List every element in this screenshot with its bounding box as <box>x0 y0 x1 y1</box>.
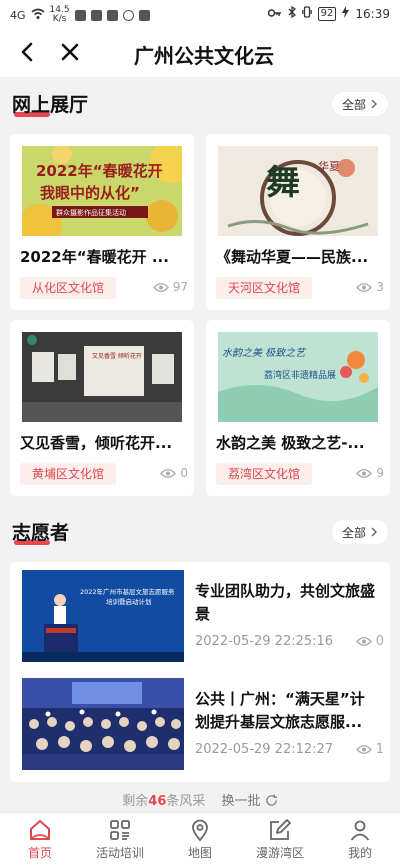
exhibitions-all-button[interactable]: 全部 <box>332 92 388 116</box>
refresh-icon <box>265 794 277 806</box>
status-bar: 4G 14.5 K/s 92 16:39 <box>0 0 400 28</box>
eye-icon <box>356 282 373 292</box>
refresh-button[interactable]: 换一批 <box>222 794 278 809</box>
venue-tag: 荔湾区文化馆 <box>216 463 313 485</box>
chevron-right-icon <box>371 527 377 537</box>
volunteers-all-button[interactable]: 全部 <box>332 520 388 544</box>
tab-activities[interactable]: 活动培训 <box>80 813 160 866</box>
network-speed: 14.5 K/s <box>49 5 70 24</box>
eye-icon <box>152 282 169 292</box>
notification-icon <box>74 9 86 21</box>
list-item[interactable]: 公共丨广州：“满天星”计划提升基层文旅志愿服... 2022-05-29 22:… <box>10 674 390 774</box>
page-title: 广州公共文化云 <box>134 44 274 68</box>
svg-text:我眼中的从化”: 我眼中的从化” <box>40 184 140 202</box>
battery-indicator: 92 <box>317 6 337 21</box>
list-item[interactable]: 2022年广州市基层文旅志愿服务 培训暨启动计划 专业团队助力，共创文旅盛景 2… <box>10 566 390 666</box>
volunteer-list: 2022年广州市基层文旅志愿服务 培训暨启动计划 专业团队助力，共创文旅盛景 2… <box>10 562 390 782</box>
circle-icon <box>122 9 134 21</box>
charging-icon <box>342 6 350 21</box>
all-label: 全部 <box>341 525 366 540</box>
view-count: 0 <box>355 634 384 649</box>
exhibition-title: 又见香雪，倾听花开... <box>20 434 173 452</box>
tab-map[interactable]: 地图 <box>160 813 240 866</box>
remaining-suffix: 条风采 <box>166 794 206 809</box>
chevron-right-icon <box>371 99 377 109</box>
volunteers-section-header: 志愿者 全部 <box>0 512 400 552</box>
exhibition-poster: 水韵之美 极致之艺 荔湾区非遗精品展 <box>218 332 378 422</box>
venue-tag: 黄埔区文化馆 <box>20 463 117 485</box>
view-count: 97 <box>152 280 188 294</box>
exhibitions-section-header: 网上展厅 全部 <box>0 84 400 124</box>
eye-icon <box>355 637 372 646</box>
remaining-count: 46 <box>148 794 167 809</box>
exhibition-title: 《舞动华夏——民族... <box>216 248 369 266</box>
tab-home[interactable]: 首页 <box>0 813 80 866</box>
view-count: 3 <box>356 280 384 294</box>
navigation-bar: 广州公共文化云 <box>0 28 400 78</box>
notification-icon <box>106 9 118 21</box>
exhibition-card[interactable]: 又见香雪 倾听花开 又见香雪，倾听花开... 黄埔区文化馆 0 <box>10 320 194 496</box>
signal-indicator: 4G <box>10 8 26 22</box>
view-count: 0 <box>160 466 188 480</box>
section-title: 网上展厅 <box>12 94 89 116</box>
tab-label: 漫游湾区 <box>255 846 304 860</box>
section-title: 志愿者 <box>12 522 70 544</box>
exhibition-card[interactable]: 舞 华夏 《舞动华夏——民族... 天河区文化馆 3 <box>206 134 390 310</box>
grid-icon <box>110 820 130 840</box>
exhibition-title: 水韵之美 极致之艺-... <box>216 434 365 452</box>
map-pin-icon <box>192 819 208 842</box>
notification-icon <box>90 9 102 21</box>
volunteer-title: 公共丨广州：“满天星”计划提升基层文旅志愿服... <box>195 690 365 731</box>
wifi-icon <box>31 8 45 23</box>
home-icon <box>30 820 50 840</box>
svg-text:水韵之美 极致之艺: 水韵之美 极致之艺 <box>222 347 307 359</box>
remaining-count-row: 剩余46条风采 换一批 <box>0 790 400 809</box>
svg-text:舞: 舞 <box>266 163 300 203</box>
clock-time: 16:39 <box>355 6 390 21</box>
user-icon <box>350 820 370 841</box>
tab-bay-area[interactable]: 漫游湾区 <box>240 813 320 866</box>
tab-label: 首页 <box>27 846 52 860</box>
view-count: 1 <box>355 742 384 757</box>
svg-text:荔湾区非遗精品展: 荔湾区非遗精品展 <box>264 369 336 381</box>
remaining-prefix: 剩余 <box>122 794 149 809</box>
eye-icon <box>160 468 177 478</box>
venue-tag: 天河区文化馆 <box>216 277 313 299</box>
vibrate-icon <box>301 6 312 21</box>
edit-icon <box>270 819 291 840</box>
bluetooth-icon <box>288 5 296 21</box>
bottom-tab-bar: 首页 活动培训 地图 漫游湾区 我的 <box>0 812 400 866</box>
publish-date: 2022-05-29 22:25:16 <box>195 634 334 649</box>
volunteer-photo: 2022年广州市基层文旅志愿服务 培训暨启动计划 <box>22 570 184 662</box>
svg-text:群众摄影作品征集活动: 群众摄影作品征集活动 <box>56 208 126 217</box>
svg-text:培训暨启动计划: 培训暨启动计划 <box>106 597 152 606</box>
view-count: 9 <box>356 466 384 480</box>
volunteer-title: 专业团队助力，共创文旅盛景 <box>195 582 375 623</box>
exhibition-poster: 又见香雪 倾听花开 <box>22 332 182 422</box>
exhibition-card[interactable]: 水韵之美 极致之艺 荔湾区非遗精品展 水韵之美 极致之艺-... 荔湾区文化馆 … <box>206 320 390 496</box>
tab-label: 活动培训 <box>95 846 144 860</box>
svg-text:又见香雪 倾听花开: 又见香雪 倾听花开 <box>92 352 142 360</box>
exhibition-poster: 2022年“春暖花开 我眼中的从化” 群众摄影作品征集活动 <box>22 146 182 236</box>
exhibition-poster: 舞 华夏 <box>218 146 378 236</box>
tab-label: 地图 <box>187 846 212 860</box>
svg-text:2022年“春暖花开: 2022年“春暖花开 <box>36 162 163 180</box>
svg-text:华夏: 华夏 <box>318 159 340 173</box>
tab-profile[interactable]: 我的 <box>320 813 400 866</box>
exhibition-title: 2022年“春暖花开 ... <box>20 248 169 266</box>
volunteer-photo <box>22 678 184 770</box>
venue-tag: 从化区文化馆 <box>20 277 117 299</box>
key-icon <box>267 7 282 21</box>
eye-icon <box>355 745 372 754</box>
svg-text:2022年广州市基层文旅志愿服务: 2022年广州市基层文旅志愿服务 <box>80 587 175 596</box>
eye-icon <box>356 468 373 478</box>
tab-label: 我的 <box>347 846 372 860</box>
all-label: 全部 <box>341 97 366 112</box>
exhibition-card[interactable]: 2022年“春暖花开 我眼中的从化” 群众摄影作品征集活动 2022年“春暖花开… <box>10 134 194 310</box>
publish-date: 2022-05-29 22:12:27 <box>195 742 334 757</box>
notification-icon <box>138 9 150 21</box>
